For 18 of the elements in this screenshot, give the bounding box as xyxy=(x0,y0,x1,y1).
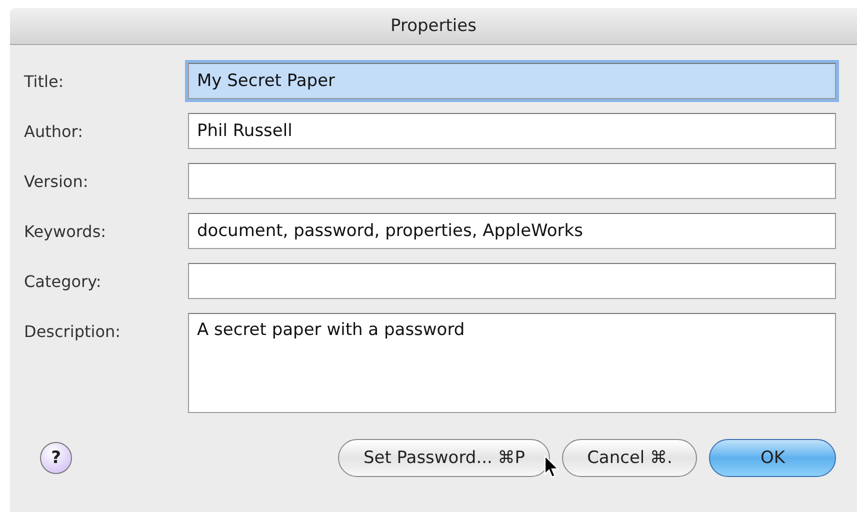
mouse-pointer-icon xyxy=(544,455,560,479)
default-button[interactable]: OK xyxy=(709,439,836,477)
text-field[interactable]: Phil Russell xyxy=(188,113,836,149)
text-field[interactable]: My Secret Paper xyxy=(188,63,836,99)
text-area[interactable]: A secret paper with a password xyxy=(188,313,836,413)
field-label: Version: xyxy=(24,171,90,191)
field-label: Author: xyxy=(24,121,84,141)
field-label: Title: xyxy=(24,71,65,91)
field-label: Keywords: xyxy=(24,221,108,241)
text-field[interactable] xyxy=(188,163,836,199)
window-title: Properties xyxy=(390,16,476,36)
push-button[interactable]: Set Password... ⌘P xyxy=(338,439,550,477)
help-button[interactable]: ? xyxy=(40,442,72,474)
text-field[interactable]: document, password, properties, AppleWorks xyxy=(188,213,836,249)
field-label: Category: xyxy=(24,271,102,291)
push-button[interactable]: Cancel ⌘. xyxy=(562,439,698,477)
field-label: Description: xyxy=(24,321,122,341)
text-field[interactable] xyxy=(188,263,836,299)
